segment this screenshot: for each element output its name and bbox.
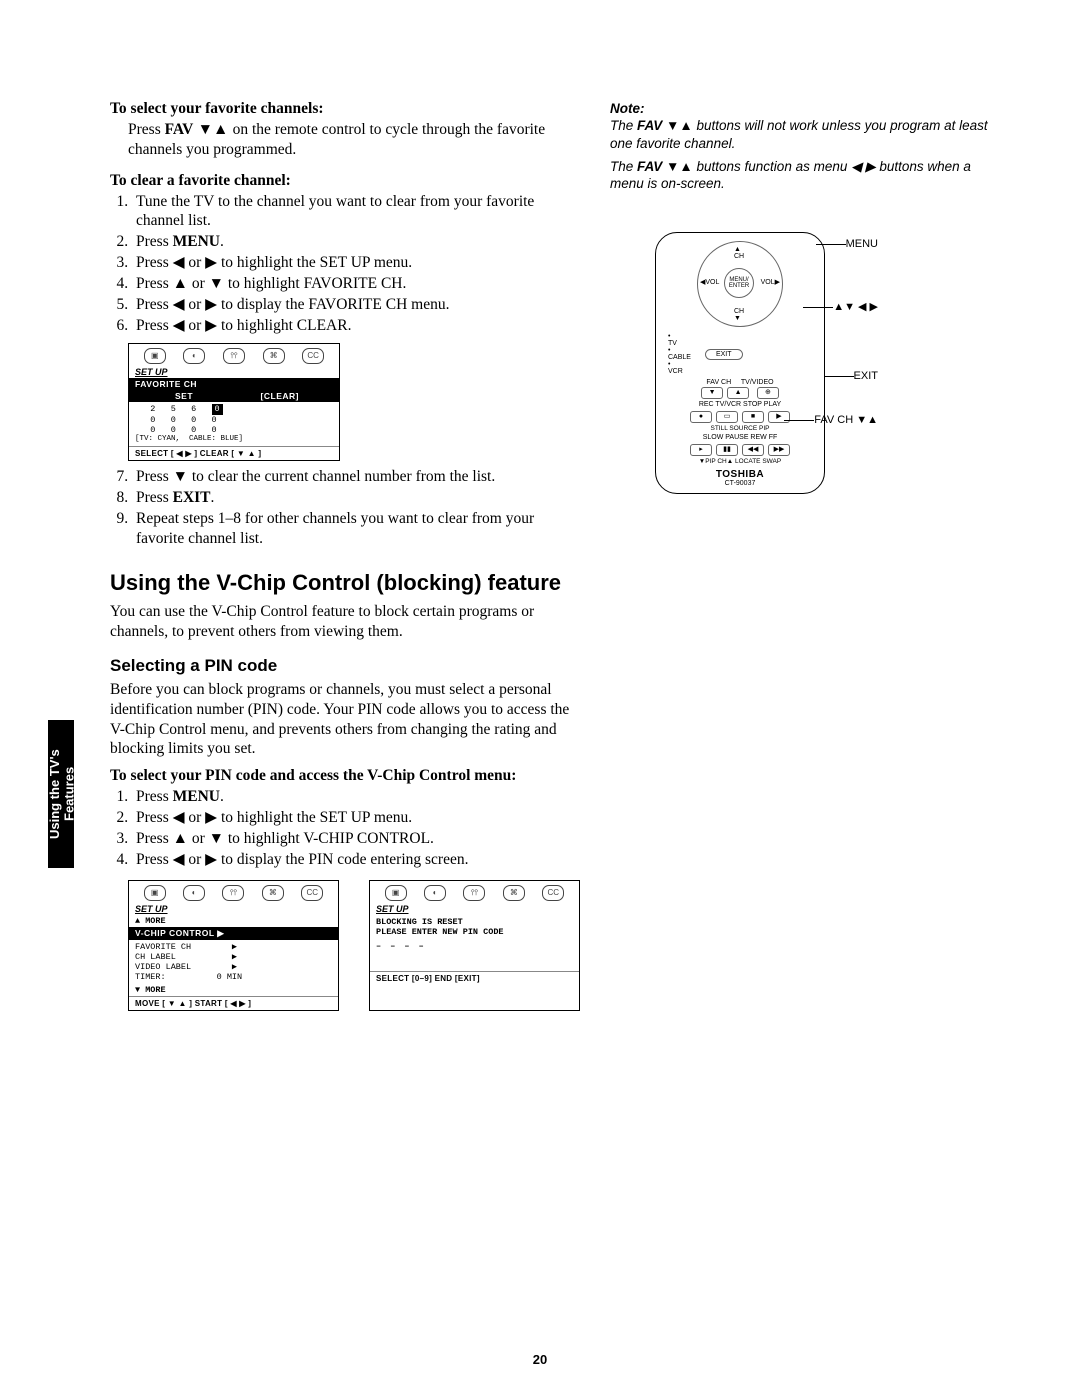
osd-pin-entry: ▣ ◐ ⫯⫯ ⌘ CC SET UP BLOCKING IS RESET PLE… [369,880,580,1012]
list-item: Press ◀ or ▶ to display the PIN code ent… [132,850,580,870]
osd-icon-row: ▣ ◐ ⫯⫯ ⌘ CC [129,344,339,366]
osd-title: SET UP [129,903,338,915]
remote-vol-right: VOL▶ [761,278,780,286]
osd-icon: ⌘ [262,885,284,901]
osd-icon: CC [302,348,324,364]
list-item: Tune the TV to the channel you want to c… [132,192,580,232]
osd-footer: SELECT [0–9] END [EXIT] [370,971,579,985]
osd-highlight: FAVORITE CH [129,378,339,390]
heading-pin-steps: To select your PIN code and access the V… [110,767,580,785]
osd-icon: ◐ [424,885,446,901]
heading-select-favorite: To select your favorite channels: [110,100,580,118]
list-item: Press EXIT. [132,488,580,508]
osd-footer: MOVE [ ▼ ▲ ] START [ ◀ ▶ ] [129,996,338,1010]
remote-transport-row2: ▸▮▮◀◀▶▶ [664,444,816,456]
remote-diagram: MENU ▲▼ ◀ ▶ EXIT FAV CH ▼▲ ▲CH ◀VOL MENU… [610,232,870,493]
osd-footer: SELECT [ ◀ ▶ ] CLEAR [ ▼ ▲ ] [129,446,339,460]
remote-favch-row: FAV CH TV/VIDEO ▼▲ ⊕ [664,379,816,399]
heading-vchip: Using the V-Chip Control (blocking) feat… [110,570,580,596]
osd-icon: ⫯⫯ [222,885,244,901]
osd-icon: ▣ [144,348,166,364]
list-item: Press ◀ or ▶ to display the FAVORITE CH … [132,295,580,315]
list-item: Press MENU. [132,787,580,807]
remote-dpad: ▲CH ◀VOL MENU/ ENTER VOL▶ CH▼ [697,241,783,327]
remote-menu-enter: MENU/ ENTER [724,268,754,298]
osd-setup-menu: ▣ ◐ ⫯⫯ ⌘ CC SET UP ▲ MORE V-CHIP CONTROL… [128,880,339,1012]
callout-menu: MENU [846,238,878,250]
list-item: Press ◀ or ▶ to highlight the SET UP men… [132,253,580,273]
remote-ch-down: CH▼ [734,308,744,322]
osd-icon: ▣ [144,885,166,901]
list-item: Press ◀ or ▶ to highlight CLEAR. [132,316,580,336]
callout-arrows: ▲▼ ◀ ▶ [833,300,878,313]
note-title: Note: [610,100,1000,117]
callout-exit: EXIT [854,370,878,382]
pin-intro: Before you can block programs or channel… [110,680,580,759]
osd-favorite-ch: ▣ ◐ ⫯⫯ ⌘ CC SET UP FAVORITE CH SET [CLEA… [128,343,340,461]
remote-ch-up: ▲CH [734,246,744,260]
remote-model: CT-90037 [664,480,816,487]
osd-title: SET UP [370,903,579,915]
clear-steps-list: Tune the TV to the channel you want to c… [110,192,580,336]
note-block: Note: The FAV ▼▲ buttons will not work u… [610,100,1000,192]
osd-body: 2 5 6 0 0 0 0 0 0 0 0 0 [TV: CYAN, CABLE… [129,402,339,446]
osd-icon: ◐ [183,348,205,364]
osd-pair: ▣ ◐ ⫯⫯ ⌘ CC SET UP ▲ MORE V-CHIP CONTROL… [128,880,580,1012]
remote-vol-left: ◀VOL [700,278,719,286]
note-line: The FAV ▼▲ buttons function as menu ◀ ▶ … [610,158,1000,193]
osd-icon: CC [542,885,564,901]
remote-transport-row1-labels: REC TV/VCR STOP PLAY [664,401,816,409]
page-number: 20 [0,1352,1080,1367]
list-item: Press ▲ or ▼ to highlight V-CHIP CONTROL… [132,829,580,849]
osd-title: SET UP [129,366,339,378]
osd-icon: ⌘ [503,885,525,901]
callout-favch: FAV CH ▼▲ [814,414,878,426]
list-item: Press MENU. [132,232,580,252]
note-line: The FAV ▼▲ buttons will not work unless … [610,117,1000,152]
side-column: Note: The FAV ▼▲ buttons will not work u… [610,100,1000,494]
osd-icon: ⌘ [263,348,285,364]
clear-steps-list-cont: Press ▼ to clear the current channel num… [110,467,580,548]
osd-icon: ⫯⫯ [463,885,485,901]
list-item: Repeat steps 1–8 for other channels you … [132,509,580,549]
remote-source-switch: •TV •CABLE •VCR [668,333,691,375]
osd-more: ▼ MORE [129,984,338,996]
heading-clear-favorite: To clear a favorite channel: [110,172,580,190]
main-column: To select your favorite channels: Press … [110,100,580,1011]
remote-exit-button: EXIT [705,349,743,360]
osd-icon: CC [301,885,323,901]
chapter-tab: Using the TV's Features [48,720,74,868]
osd-highlight: V-CHIP CONTROL ▶ [129,927,338,940]
remote-still-source-pip: STILL SOURCE PIP [664,425,816,432]
osd-icon: ⫯⫯ [223,348,245,364]
vchip-intro: You can use the V-Chip Control feature t… [110,602,580,642]
osd-body: FAVORITE CH ▶ CH LABEL ▶ VIDEO LABEL ▶ T… [129,940,338,985]
osd-icon: ▣ [385,885,407,901]
remote-brand: TOSHIBA [664,469,816,480]
heading-select-pin: Selecting a PIN code [110,656,580,676]
osd-icon: ◐ [183,885,205,901]
osd-more: ▲ MORE [129,915,338,927]
list-item: Press ▼ to clear the current channel num… [132,467,580,487]
osd-body: BLOCKING IS RESET PLEASE ENTER NEW PIN C… [370,915,579,972]
list-item: Press ▲ or ▼ to highlight FAVORITE CH. [132,274,580,294]
remote-body: ▲CH ◀VOL MENU/ ENTER VOL▶ CH▼ •TV •CABLE… [655,232,825,493]
remote-pip-row: ▼PIP CH▲ LOCATE SWAP [664,458,816,465]
list-item: Press ◀ or ▶ to highlight the SET UP men… [132,808,580,828]
select-favorite-text: Press FAV ▼▲ on the remote control to cy… [128,120,580,160]
remote-transport-row2-labels: SLOW PAUSE REW FF [664,434,816,442]
pin-steps-list: Press MENU. Press ◀ or ▶ to highlight th… [110,787,580,869]
osd-highlight: SET [CLEAR] [129,390,339,402]
